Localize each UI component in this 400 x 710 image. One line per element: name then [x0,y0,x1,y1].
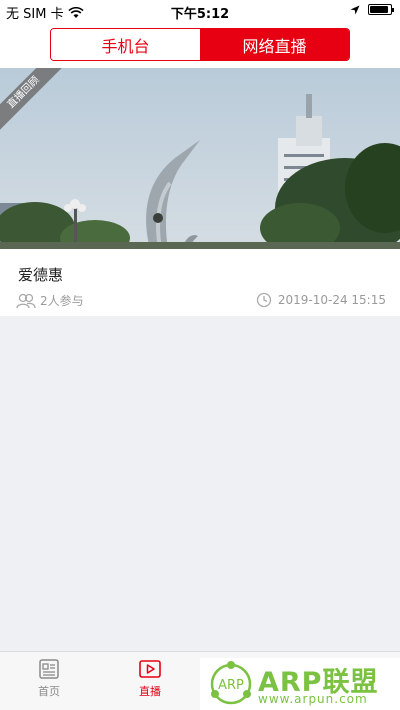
news-icon [39,659,59,679]
arp-logo-icon: ARP [210,661,252,705]
tab-home[interactable]: 首页 [19,658,79,699]
clock-icon [256,292,272,308]
location-arrow-icon [350,5,360,14]
live-thumbnail[interactable]: 直播回顾 [0,68,400,249]
tab-home-label: 首页 [38,685,60,698]
participants: 2人参与 [16,292,84,309]
status-bar: 无 SIM 卡 下午5:12 [0,0,400,22]
participants-count: 2人参与 [40,294,84,308]
battery-icon [368,4,394,15]
play-video-icon [139,660,161,678]
status-right [350,4,394,15]
battery-level [370,6,388,13]
status-time: 下午5:12 [170,7,230,22]
live-card[interactable]: 直播回顾 爱德惠 2人参与 2019-10-24 15:15 [0,68,400,316]
segmented-control: 手机台 网络直播 [50,28,350,61]
live-datetime: 2019-10-24 15:15 [277,293,386,307]
tab-mobile-station[interactable]: 手机台 [51,29,200,60]
live-meta: 2人参与 2019-10-24 15:15 [16,292,386,310]
tab-live[interactable]: 直播 [120,658,180,699]
thumbnail-image [0,68,400,249]
arp-logo-text: ARP [218,678,244,693]
tab-live-label: 直播 [139,685,161,698]
live-time: 2019-10-24 15:15 [256,292,386,308]
people-icon [16,293,36,308]
watermark-url: www.arpun.com [258,692,368,706]
live-title: 爱德惠 [18,266,64,284]
watermark: ARP ARP联盟 www.arpun.com [200,658,400,710]
tab-online-live[interactable]: 网络直播 [200,29,349,60]
header: 手机台 网络直播 [0,22,400,68]
